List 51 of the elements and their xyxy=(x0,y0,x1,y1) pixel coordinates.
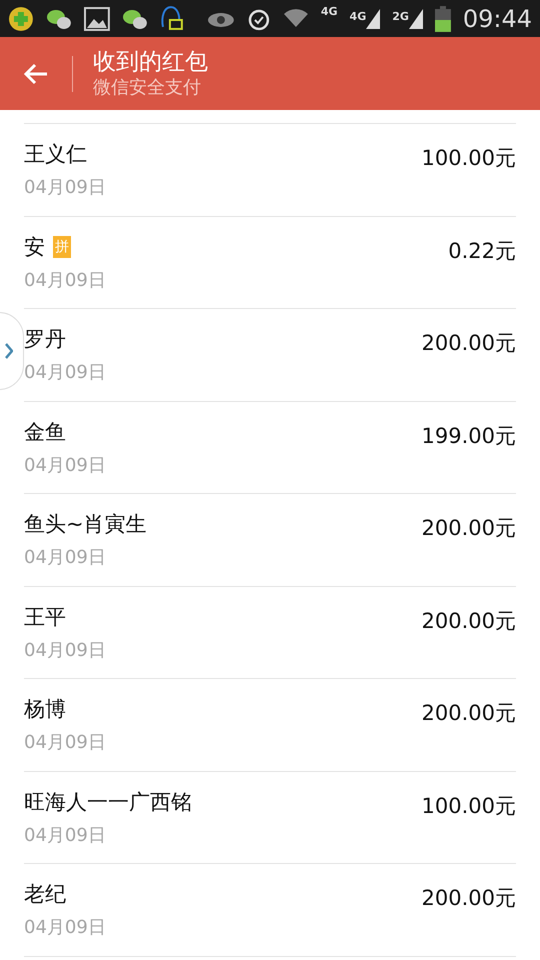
page-subtitle: 微信安全支付 xyxy=(93,76,202,100)
record-row[interactable]: 杨博 04月09日 200.00元 xyxy=(24,679,516,772)
amount: 200.00元 xyxy=(422,700,516,727)
sender-name: 王平 xyxy=(24,604,66,630)
page-title: 收到的红包 xyxy=(93,48,208,77)
amount: 0.22元 xyxy=(448,238,516,264)
amount: 100.00元 xyxy=(422,792,516,820)
signal-icon xyxy=(408,8,423,28)
record-date: 04月09日 xyxy=(24,916,106,940)
sender-name: 罗丹 xyxy=(24,326,66,353)
sender-name: 杨博 xyxy=(24,696,66,723)
sender-name: 老纪 xyxy=(24,881,66,908)
battery-icon xyxy=(434,6,451,32)
amount: 200.00元 xyxy=(422,608,516,634)
clock-time: 09:44 xyxy=(462,4,532,34)
amount: 200.00元 xyxy=(422,330,516,357)
app-icon xyxy=(8,6,34,32)
signal-icon xyxy=(366,8,380,28)
record-date: 04月09日 xyxy=(24,638,106,662)
record-date: 04月09日 xyxy=(24,176,106,200)
record-date: 04月09日 xyxy=(24,268,106,292)
record-row[interactable]: 王平 04月09日 200.00元 xyxy=(24,586,516,679)
sender-name: 鱼头~肖寅生 xyxy=(24,511,147,538)
record-row[interactable]: 罗丹 04月09日 200.00元 xyxy=(24,309,516,402)
record-row[interactable]: 老纪 04月09日 200.00元 xyxy=(24,864,516,956)
amount: 200.00元 xyxy=(422,885,516,912)
record-row[interactable]: 安 拼 04月09日 0.22元 xyxy=(24,216,516,309)
amount: 100.00元 xyxy=(422,145,516,172)
record-row[interactable]: 旺海人一一广西铭 04月09日 100.00元 xyxy=(24,772,516,864)
chevron-right-icon xyxy=(5,343,13,359)
amount: 200.00元 xyxy=(422,515,516,542)
record-date: 04月09日 xyxy=(24,361,106,385)
sender-name: 安 xyxy=(24,234,45,260)
sender-name: 王义仁 xyxy=(24,141,87,168)
sender-name: 金鱼 xyxy=(24,418,66,446)
record-date: 04月09日 xyxy=(24,454,106,478)
image-icon xyxy=(84,6,110,30)
message-icon xyxy=(159,4,184,32)
network-label: 2G xyxy=(392,8,409,24)
record-row[interactable]: 鱼头~肖寅生 04月09日 200.00元 xyxy=(24,494,516,586)
sender-name: 旺海人一一广西铭 xyxy=(24,788,192,816)
group-tag: 拼 xyxy=(53,236,71,258)
back-arrow-icon xyxy=(23,62,49,84)
record-date: 04月09日 xyxy=(24,546,107,570)
network-label: 4G xyxy=(350,8,366,24)
network-label: 4G xyxy=(320,4,338,20)
record-date: 04月09日 xyxy=(24,731,106,755)
record-row[interactable]: 王义仁 04月09日 100.00元 xyxy=(24,124,516,216)
record-row[interactable]: 金鱼 04月09日 199.00元 xyxy=(24,402,516,494)
amount: 199.00元 xyxy=(422,422,516,450)
record-date: 04月09日 xyxy=(24,824,107,848)
